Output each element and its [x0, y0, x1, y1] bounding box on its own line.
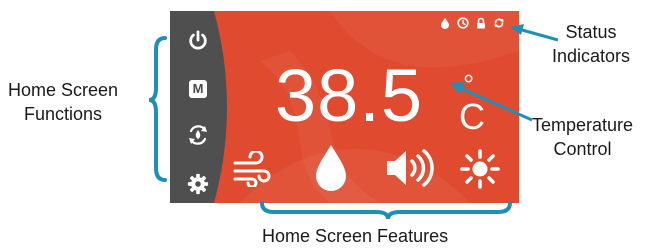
power-button[interactable]: [182, 25, 214, 57]
refresh-icon: [494, 18, 504, 28]
status-arrow: [510, 24, 524, 35]
lock-icon: [477, 17, 485, 29]
eco-cycle-icon: [189, 125, 207, 145]
fan-icon[interactable]: [232, 151, 272, 187]
humidity-icon[interactable]: [312, 143, 350, 193]
functions-bracket: [148, 36, 167, 182]
temperature-unit: C: [459, 96, 485, 137]
mode-button[interactable]: M: [182, 73, 214, 105]
droplet-icon: [441, 18, 449, 29]
mode-m-icon: M: [189, 80, 207, 98]
speaker-icon[interactable]: [384, 147, 434, 189]
temperature-value: 38.5: [275, 54, 424, 137]
eco-cycle-button[interactable]: [182, 119, 214, 151]
temperature-control[interactable]: 38.5 ° C: [275, 59, 485, 135]
features-bracket: [260, 201, 512, 220]
clock-icon: [457, 17, 469, 29]
settings-button[interactable]: [182, 168, 214, 200]
degree-symbol: °: [463, 69, 475, 100]
brightness-icon[interactable]: [460, 149, 500, 189]
power-icon: [189, 30, 207, 50]
gear-icon: [187, 173, 209, 195]
